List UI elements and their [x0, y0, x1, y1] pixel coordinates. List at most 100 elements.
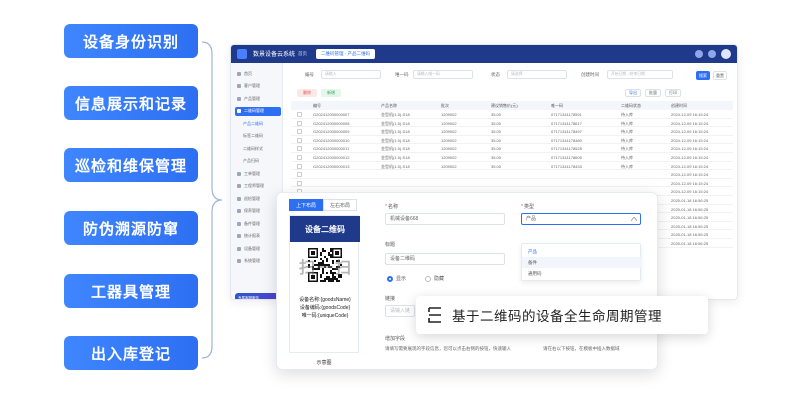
table-cell: 2025-01-18 16:56:25	[671, 197, 709, 203]
radio-show[interactable]: 显示	[387, 275, 406, 282]
sidebar-item[interactable]: 产品管理	[235, 94, 281, 103]
sidebar-item[interactable]: 巡检管理	[235, 194, 281, 203]
chevron-up-icon	[631, 217, 637, 221]
filter-label-unique: 唯一码	[395, 72, 409, 77]
sidebar-item[interactable]: 产品扫码	[235, 157, 281, 166]
table-row[interactable]: G202412000000012 金型机(1.5)-S18 1209002 35.00…	[291, 153, 733, 162]
table-row[interactable]: G202412000000013 金型机(1.5)-S18 1209002 35.00…	[291, 162, 733, 171]
feature-pill: 巡检和维保管理	[64, 148, 198, 182]
unique-code-input[interactable]: 请输入唯一码	[413, 70, 473, 79]
table-cell: 待入库	[621, 146, 633, 152]
table-cell: 35.00	[491, 137, 502, 143]
table-cell: 2025-01-18 16:56:25	[671, 206, 709, 212]
table-cell: 待入库	[621, 129, 633, 135]
table-cell: 35.00	[491, 112, 502, 117]
name-label: *名称	[385, 204, 398, 210]
avatar[interactable]	[721, 49, 731, 59]
table-cell: 1209002	[441, 120, 457, 126]
status-select[interactable]: 请选择	[507, 70, 567, 79]
sidebar-item[interactable]: 保养管理	[235, 207, 281, 216]
table-row[interactable]: G202412000000007 金型机(1.5)-S18 1209002 35.00…	[291, 110, 733, 119]
add-button[interactable]: 新增	[321, 89, 341, 97]
link-input[interactable]: 请输入链	[385, 305, 415, 317]
action-bar: 删除 新增 导出 批量 打印	[291, 87, 731, 99]
radio-off-icon	[425, 275, 431, 282]
date-range-input[interactable]: 开始日期 - 结束日期	[607, 70, 673, 79]
table-cell: 待入库	[621, 163, 633, 169]
search-button[interactable]: 搜索	[696, 71, 710, 80]
row-checkbox[interactable]	[297, 172, 302, 178]
delete-button[interactable]: 删除	[297, 89, 317, 97]
feature-label: 巡检和维保管理	[74, 157, 187, 175]
type-select[interactable]: 产品	[521, 213, 641, 225]
sidebar-item[interactable]: 二维码样式	[235, 144, 281, 153]
table-row[interactable]: G202412000000011 金型机(1.5)-S18 1209002 35.00…	[291, 144, 733, 153]
table-cell: 金型机(1.5)-S18	[381, 112, 410, 117]
sidebar-item-label: 保养管理	[244, 208, 260, 213]
row-checkbox[interactable]	[297, 146, 302, 152]
code-input[interactable]: 请输入	[321, 70, 381, 79]
row-checkbox[interactable]	[297, 180, 302, 186]
type-option[interactable]: 通用码	[522, 268, 642, 279]
menu-lines-icon	[428, 307, 441, 323]
table-row[interactable]: G202412000000008 金型机(1.5)-S18 1209002 35.00…	[291, 119, 733, 128]
title-input[interactable]: 设备二维码	[385, 253, 505, 265]
column-header: 唯一码	[551, 103, 563, 108]
menu-item-icon	[237, 96, 241, 101]
table-cell: 2025-01-18 16:56:25	[671, 232, 709, 238]
tab-home[interactable]: 首页	[293, 49, 312, 59]
type-option[interactable]: 产品	[522, 246, 642, 257]
print-button[interactable]: 打印	[665, 89, 681, 97]
sidebar-item[interactable]: 客户管理	[235, 82, 281, 91]
row-checkbox[interactable]	[297, 137, 302, 143]
table-cell: 35.00	[491, 120, 502, 126]
sidebar-item[interactable]: 设备管理	[235, 244, 281, 253]
row-checkbox[interactable]	[297, 112, 302, 117]
export-button[interactable]: 导出	[625, 89, 641, 97]
row-checkbox[interactable]	[297, 129, 302, 135]
tab-vertical-layout[interactable]: 上下布局	[289, 199, 324, 211]
layout-tabs: 上下布局 左右布局	[289, 199, 358, 211]
table-cell: 待入库	[621, 112, 633, 117]
sidebar-item[interactable]: 首页	[235, 69, 281, 78]
row-checkbox[interactable]	[297, 120, 302, 126]
sidebar-item[interactable]: 系统管理	[235, 257, 281, 266]
filter-label-status: 状态	[491, 72, 500, 77]
promo-banner[interactable]: 专属客服服务	[235, 293, 281, 299]
sidebar-item-label: 首页	[244, 70, 252, 76]
table-row[interactable]: G202412000000010 金型机(1.5)-S18 1209002 35.00…	[291, 136, 733, 145]
tab-horizontal-layout[interactable]: 左右布局	[323, 199, 358, 211]
filter-label-code: 编号	[305, 72, 314, 77]
row-checkbox[interactable]	[297, 154, 302, 160]
feature-pill: 工器具管理	[64, 274, 198, 308]
table-cell: 2025-01-18 16:56:25	[671, 240, 709, 246]
radio-hide[interactable]: 隐藏	[425, 275, 444, 282]
table-row[interactable]: G202412000000009 金型机(1.5)-S18 1209002 35.00…	[291, 127, 733, 136]
sidebar-item[interactable]: 二维码管理	[235, 106, 281, 116]
batch-button[interactable]: 批量	[645, 89, 661, 97]
sidebar-item[interactable]: 统计报表	[235, 232, 281, 241]
type-label: *类型	[521, 204, 534, 210]
table-cell: 2024-12-09 16:15:24	[671, 146, 709, 152]
table-row[interactable]: 2024-12-09 16:15:24	[291, 170, 733, 179]
table-cell: 07171341178591	[551, 112, 582, 117]
reset-button[interactable]: 重置	[713, 71, 727, 80]
table-cell: 07171341178528	[551, 146, 582, 152]
sidebar-item-label: 工程师管理	[244, 183, 264, 188]
table-cell: 金型机(1.5)-S18	[381, 120, 410, 126]
name-input[interactable]: 机械设备668	[385, 213, 505, 225]
table-cell: 2024-12-09 16:15:24	[671, 129, 709, 135]
bell-icon[interactable]	[695, 50, 703, 58]
table-cell: 待入库	[621, 154, 633, 160]
table-row[interactable]: 2024-12-09 16:15:24	[291, 179, 733, 188]
fullscreen-icon[interactable]	[708, 50, 716, 58]
sidebar-item[interactable]: 工程师管理	[235, 182, 281, 191]
sidebar-item[interactable]: 备件管理	[235, 219, 281, 228]
sidebar-item[interactable]: 产品二维码	[235, 119, 281, 128]
row-checkbox[interactable]	[297, 163, 302, 169]
sidebar-item[interactable]: 标签二维码	[235, 132, 281, 141]
table-cell: 2024-12-09 16:15:24	[671, 180, 709, 186]
type-option[interactable]: 备件	[522, 257, 642, 268]
sidebar-item[interactable]: 工单管理	[235, 169, 281, 178]
tab-qr-product[interactable]: 二维码管理 · 产品二维码	[316, 49, 375, 59]
